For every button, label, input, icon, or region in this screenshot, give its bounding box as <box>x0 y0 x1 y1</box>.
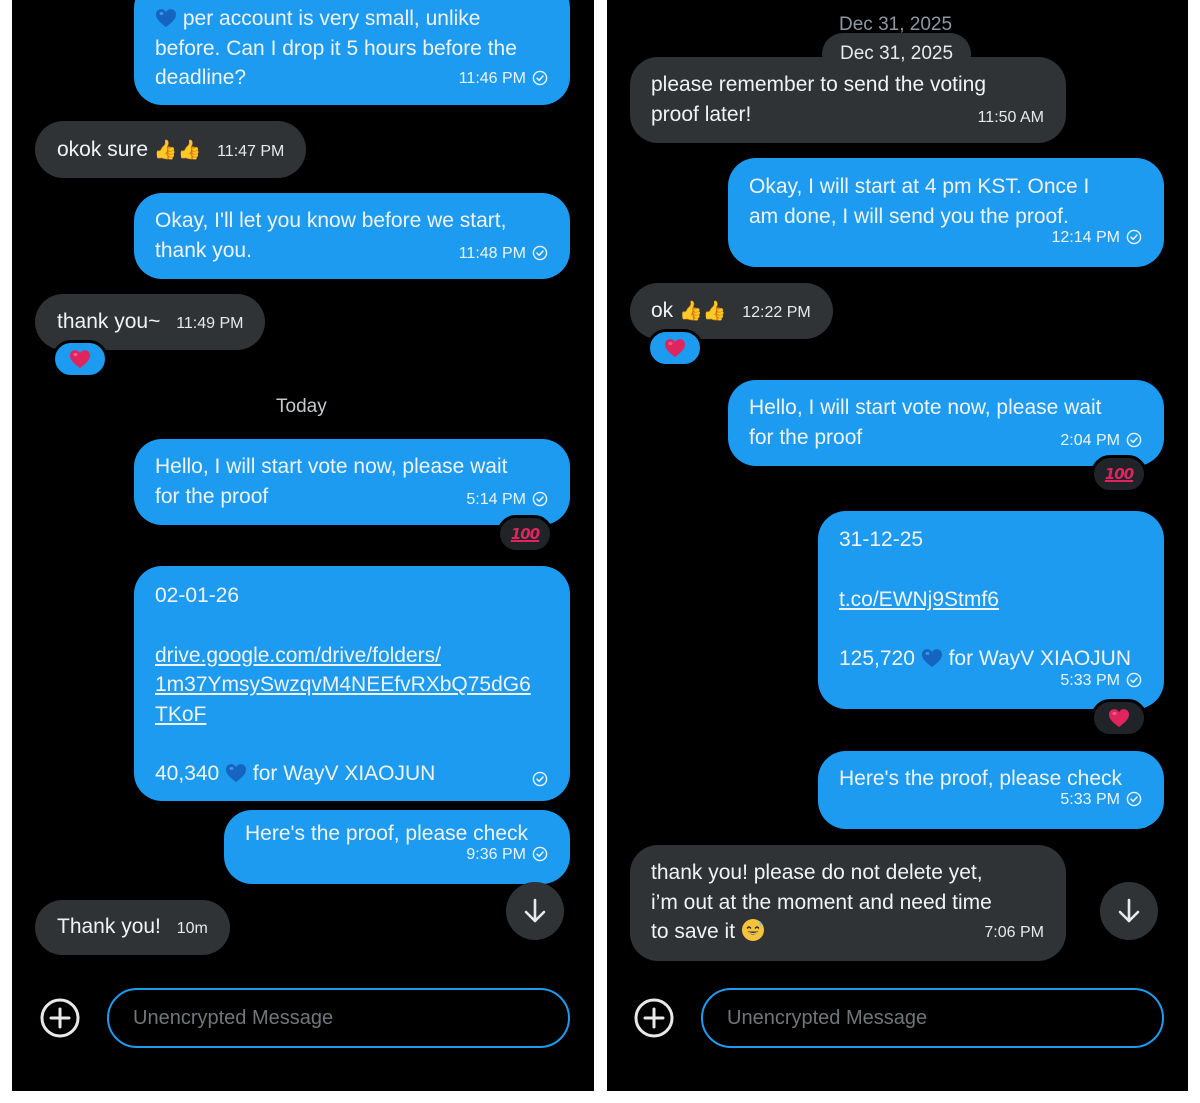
check-circle-icon <box>1126 229 1142 245</box>
message-link[interactable]: drive.google.com/drive/folders/ 1m37Ymsy… <box>155 641 550 730</box>
message-bubble-outgoing[interactable]: Here's the proof, please check 5:33 PM <box>818 751 1164 829</box>
heart-icon <box>1108 708 1130 728</box>
message-time: 5:33 PM <box>1060 790 1120 808</box>
arrow-down-icon <box>524 898 546 923</box>
message-meta: 5:33 PM <box>1060 785 1142 815</box>
message-bubble-outgoing[interactable]: 02-01-26 drive.google.com/drive/folders/… <box>134 566 570 801</box>
message-bubble-outgoing[interactable]: Hello, I will start vote now, please wai… <box>728 380 1164 466</box>
message-count-line: 40,340 for WayV XIAOJUN <box>155 762 436 785</box>
message-meta: 12:14 PM <box>1052 223 1142 253</box>
blue-heart-icon <box>921 648 943 668</box>
message-time: 2:04 PM <box>1060 431 1120 449</box>
message-time: 12:22 PM <box>742 304 811 321</box>
message-time: 11:49 PM <box>176 315 244 332</box>
message-text: ok 👍👍 <box>651 299 727 322</box>
grinning-sweat-icon <box>741 918 765 942</box>
check-circle-icon <box>532 491 548 507</box>
message-bubble-incoming[interactable]: Thank you! 10m <box>35 900 230 955</box>
thumbs-up-icon: 👍 <box>679 300 703 322</box>
message-text: Thank you! <box>57 915 161 938</box>
message-time: 11:50 AM <box>977 108 1044 126</box>
hundred-points-icon: 100 <box>510 525 540 543</box>
reaction-badge[interactable] <box>52 340 108 378</box>
day-separator: Today <box>276 396 327 417</box>
message-meta <box>532 771 548 787</box>
message-time: 9:36 PM <box>466 845 526 863</box>
message-time: 5:33 PM <box>1060 671 1120 689</box>
heart-icon <box>69 349 91 369</box>
check-circle-icon <box>1126 791 1142 807</box>
message-text: thank you~ <box>57 310 161 333</box>
reaction-badge[interactable]: 100 <box>1091 455 1147 493</box>
reaction-badge[interactable]: 100 <box>497 515 553 553</box>
message-meta: 5:33 PM <box>1060 666 1142 696</box>
thumbs-up-icon: 👍 <box>702 300 727 322</box>
message-meta: 11:46 PM <box>459 64 548 94</box>
check-circle-icon <box>1126 672 1142 688</box>
chat-panel-right: Dec 31, 2025 please remember to send the… <box>607 0 1188 1091</box>
message-bubble-incoming[interactable]: thank you! please do not delete yet, i’m… <box>630 845 1066 961</box>
chat-panel-left: per account is very small, unlike before… <box>12 0 594 1091</box>
blue-heart-icon <box>225 763 247 783</box>
thumbs-up-icon: 👍 <box>177 139 202 161</box>
message-bubble-outgoing[interactable]: Okay, I will start at 4 pm KST. Once I a… <box>728 158 1164 267</box>
check-circle-icon <box>532 846 548 862</box>
message-bubble-outgoing[interactable]: Okay, I'll let you know before we start,… <box>134 193 570 279</box>
message-bubble-outgoing[interactable]: per account is very small, unlike before… <box>134 0 570 105</box>
heart-icon <box>664 338 686 358</box>
message-time: 5:14 PM <box>466 490 526 508</box>
check-circle-icon <box>532 245 548 261</box>
message-input-container <box>107 988 570 1048</box>
plus-circle-icon <box>40 998 80 1038</box>
message-link[interactable]: t.co/EWNj9Stmf6 <box>839 585 1144 615</box>
message-time: 12:14 PM <box>1051 228 1120 246</box>
message-time: 11:46 PM <box>458 69 526 87</box>
message-meta: 5:14 PM <box>466 485 548 515</box>
thumbs-up-icon: 👍 <box>153 139 178 161</box>
hundred-points-icon: 100 <box>1104 465 1134 483</box>
message-time: 10m <box>176 920 208 937</box>
plus-circle-icon <box>634 998 674 1038</box>
message-meta: 7:06 PM <box>984 918 1044 948</box>
add-attachment-button[interactable] <box>633 997 675 1039</box>
add-attachment-button[interactable] <box>39 997 81 1039</box>
scroll-to-bottom-button[interactable] <box>1100 882 1158 940</box>
check-circle-icon <box>1126 432 1142 448</box>
reaction-badge[interactable] <box>1091 699 1147 737</box>
message-bubble-outgoing[interactable]: Hello, I will start vote now, please wai… <box>134 439 570 525</box>
check-circle-icon <box>532 70 548 86</box>
arrow-down-icon <box>1118 898 1140 923</box>
message-meta: 9:36 PM <box>466 840 548 870</box>
blue-heart-icon <box>155 8 177 28</box>
message-date-line: 02-01-26 <box>155 584 240 607</box>
message-meta: 2:04 PM <box>1060 426 1142 456</box>
message-bubble-outgoing[interactable]: Here's the proof, please check 9:36 PM <box>224 810 570 884</box>
message-date-line: 31-12-25 <box>839 528 924 551</box>
date-header: Dec 31, 2025 <box>822 33 972 75</box>
scroll-to-bottom-button[interactable] <box>506 882 564 940</box>
reaction-badge[interactable] <box>647 329 703 367</box>
message-bubble-incoming[interactable]: okok sure 👍👍 11:47 PM <box>35 121 307 178</box>
message-time: 7:06 PM <box>984 923 1044 941</box>
message-meta: 11:48 PM <box>459 239 548 269</box>
message-bubble-outgoing[interactable]: 31-12-25 t.co/EWNj9Stmf6 125,720 for Way… <box>818 511 1164 709</box>
message-time: 11:48 PM <box>458 244 526 262</box>
message-input-container <box>701 988 1164 1048</box>
message-time: 11:47 PM <box>217 143 285 160</box>
message-input[interactable] <box>131 1005 568 1031</box>
message-input[interactable] <box>725 1005 1162 1031</box>
message-text: okok sure 👍👍 <box>57 138 202 161</box>
message-meta: 11:50 AM <box>978 103 1044 133</box>
check-circle-icon <box>532 771 548 787</box>
